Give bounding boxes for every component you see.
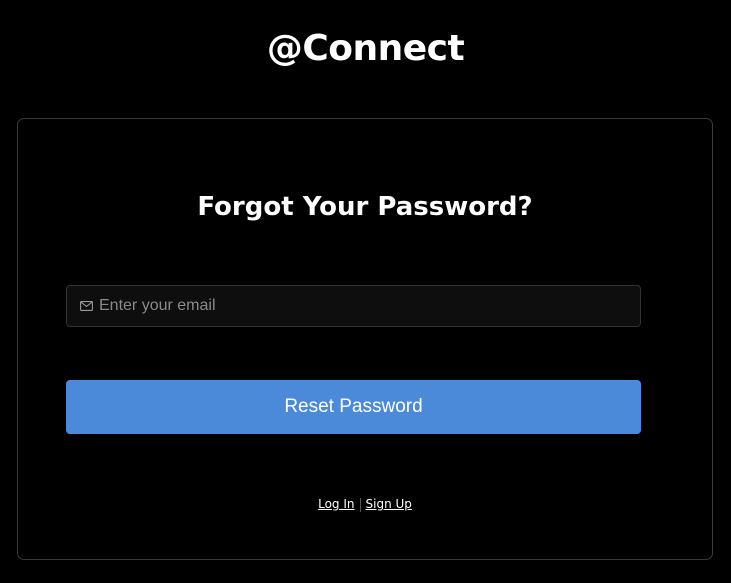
app-root: @Connect Forgot Your Password? Reset Pas… — [0, 0, 731, 583]
mail-icon — [79, 299, 93, 313]
forgot-password-card: Forgot Your Password? Reset Password Log… — [17, 118, 713, 560]
page-heading: Forgot Your Password? — [197, 192, 533, 222]
reset-password-button[interactable]: Reset Password — [66, 380, 641, 434]
email-field[interactable] — [66, 285, 641, 327]
link-divider — [359, 497, 361, 512]
email-input[interactable] — [99, 286, 640, 326]
auth-links: Log In Sign Up — [18, 495, 712, 513]
brand-title: @Connect — [266, 28, 465, 69]
login-link[interactable]: Log In — [318, 497, 354, 511]
signup-link[interactable]: Sign Up — [366, 497, 412, 511]
